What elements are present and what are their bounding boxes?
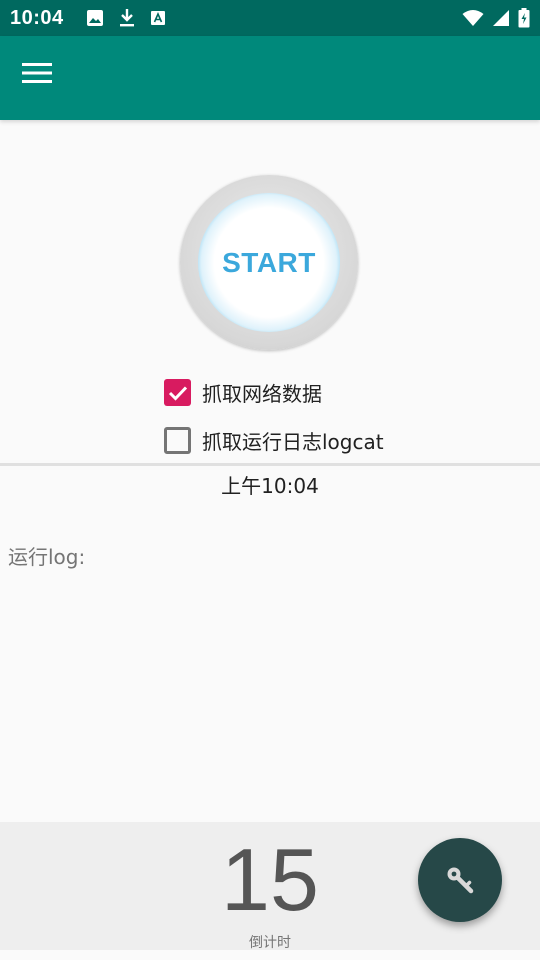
signal-icon bbox=[493, 10, 509, 26]
font-icon bbox=[150, 11, 165, 25]
start-button-face: START bbox=[198, 193, 340, 332]
menu-button[interactable] bbox=[22, 62, 62, 94]
key-icon bbox=[447, 867, 474, 894]
hamburger-menu-icon bbox=[22, 63, 52, 83]
status-time: 10:04 bbox=[10, 6, 64, 29]
start-button-label: START bbox=[222, 246, 316, 278]
countdown-caption: 倒计时 bbox=[249, 935, 291, 951]
clock-text: 上午10:04 bbox=[221, 474, 319, 498]
key-fab-button[interactable] bbox=[418, 838, 502, 922]
checkbox-unchecked-icon[interactable] bbox=[164, 427, 191, 454]
start-button[interactable]: START bbox=[180, 175, 358, 350]
status-bar: 10:04 bbox=[0, 0, 540, 36]
image-icon bbox=[86, 10, 103, 26]
log-label: 运行log: bbox=[8, 545, 86, 569]
divider bbox=[0, 463, 540, 466]
checkbox-label: 抓取网络数据 bbox=[202, 382, 322, 406]
checkbox-capture-logcat[interactable]: 抓取运行日志logcat bbox=[164, 426, 384, 455]
battery-charging-icon bbox=[518, 8, 530, 28]
download-icon bbox=[119, 9, 134, 27]
app-bar bbox=[0, 36, 540, 120]
checkbox-label: 抓取运行日志logcat bbox=[202, 430, 384, 454]
status-icons-right bbox=[462, 8, 530, 28]
checkbox-checked-icon[interactable] bbox=[164, 379, 191, 406]
checkbox-capture-network[interactable]: 抓取网络数据 bbox=[164, 378, 322, 407]
wifi-icon bbox=[462, 10, 484, 26]
status-icons-left bbox=[86, 8, 166, 28]
